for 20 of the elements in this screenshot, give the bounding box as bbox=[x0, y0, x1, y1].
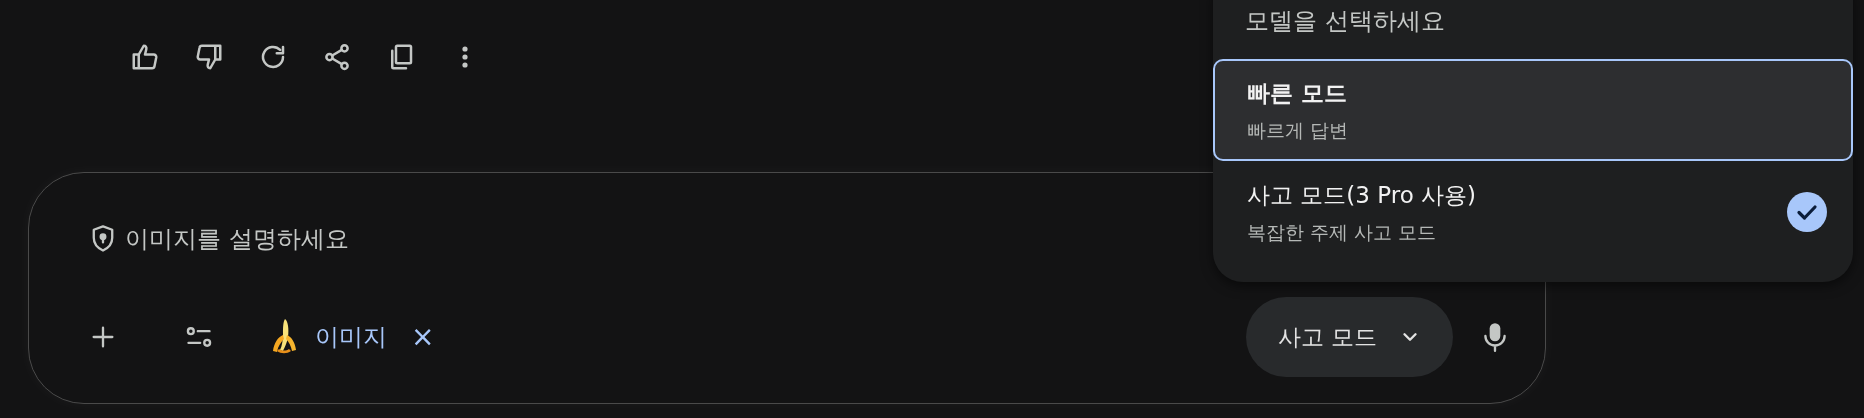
check-icon bbox=[1787, 192, 1827, 232]
mode-dropdown-button[interactable]: 사고 모드 bbox=[1245, 297, 1453, 377]
microphone-icon bbox=[1482, 321, 1508, 353]
option-title: 사고 모드(3 Pro 사용) bbox=[1247, 180, 1476, 210]
share-button[interactable] bbox=[322, 42, 352, 72]
model-option[interactable]: 사고 모드(3 Pro 사용) 복잡한 주제 사고 모드 bbox=[1213, 161, 1853, 263]
more-icon bbox=[462, 46, 468, 68]
thumbs-down-icon bbox=[194, 42, 224, 72]
share-icon bbox=[322, 42, 352, 72]
option-title: 빠른 모드 bbox=[1247, 78, 1348, 108]
thumbs-up-button[interactable] bbox=[130, 42, 160, 72]
option-description: 빠르게 답변 bbox=[1247, 118, 1349, 143]
thumbs-down-button[interactable] bbox=[194, 42, 224, 72]
menu-title: 모델을 선택하세요 bbox=[1245, 6, 1446, 37]
prompt-input[interactable]: 이미지를 설명하세요 bbox=[125, 221, 725, 257]
option-description: 복잡한 주제 사고 모드 bbox=[1247, 220, 1438, 245]
remove-tool-button[interactable]: × bbox=[411, 323, 435, 351]
tool-chip-label[interactable]: 이미지 bbox=[315, 319, 387, 355]
model-option[interactable]: 빠른 모드 빠르게 답변 bbox=[1213, 59, 1853, 161]
thumbs-up-icon bbox=[130, 42, 160, 72]
